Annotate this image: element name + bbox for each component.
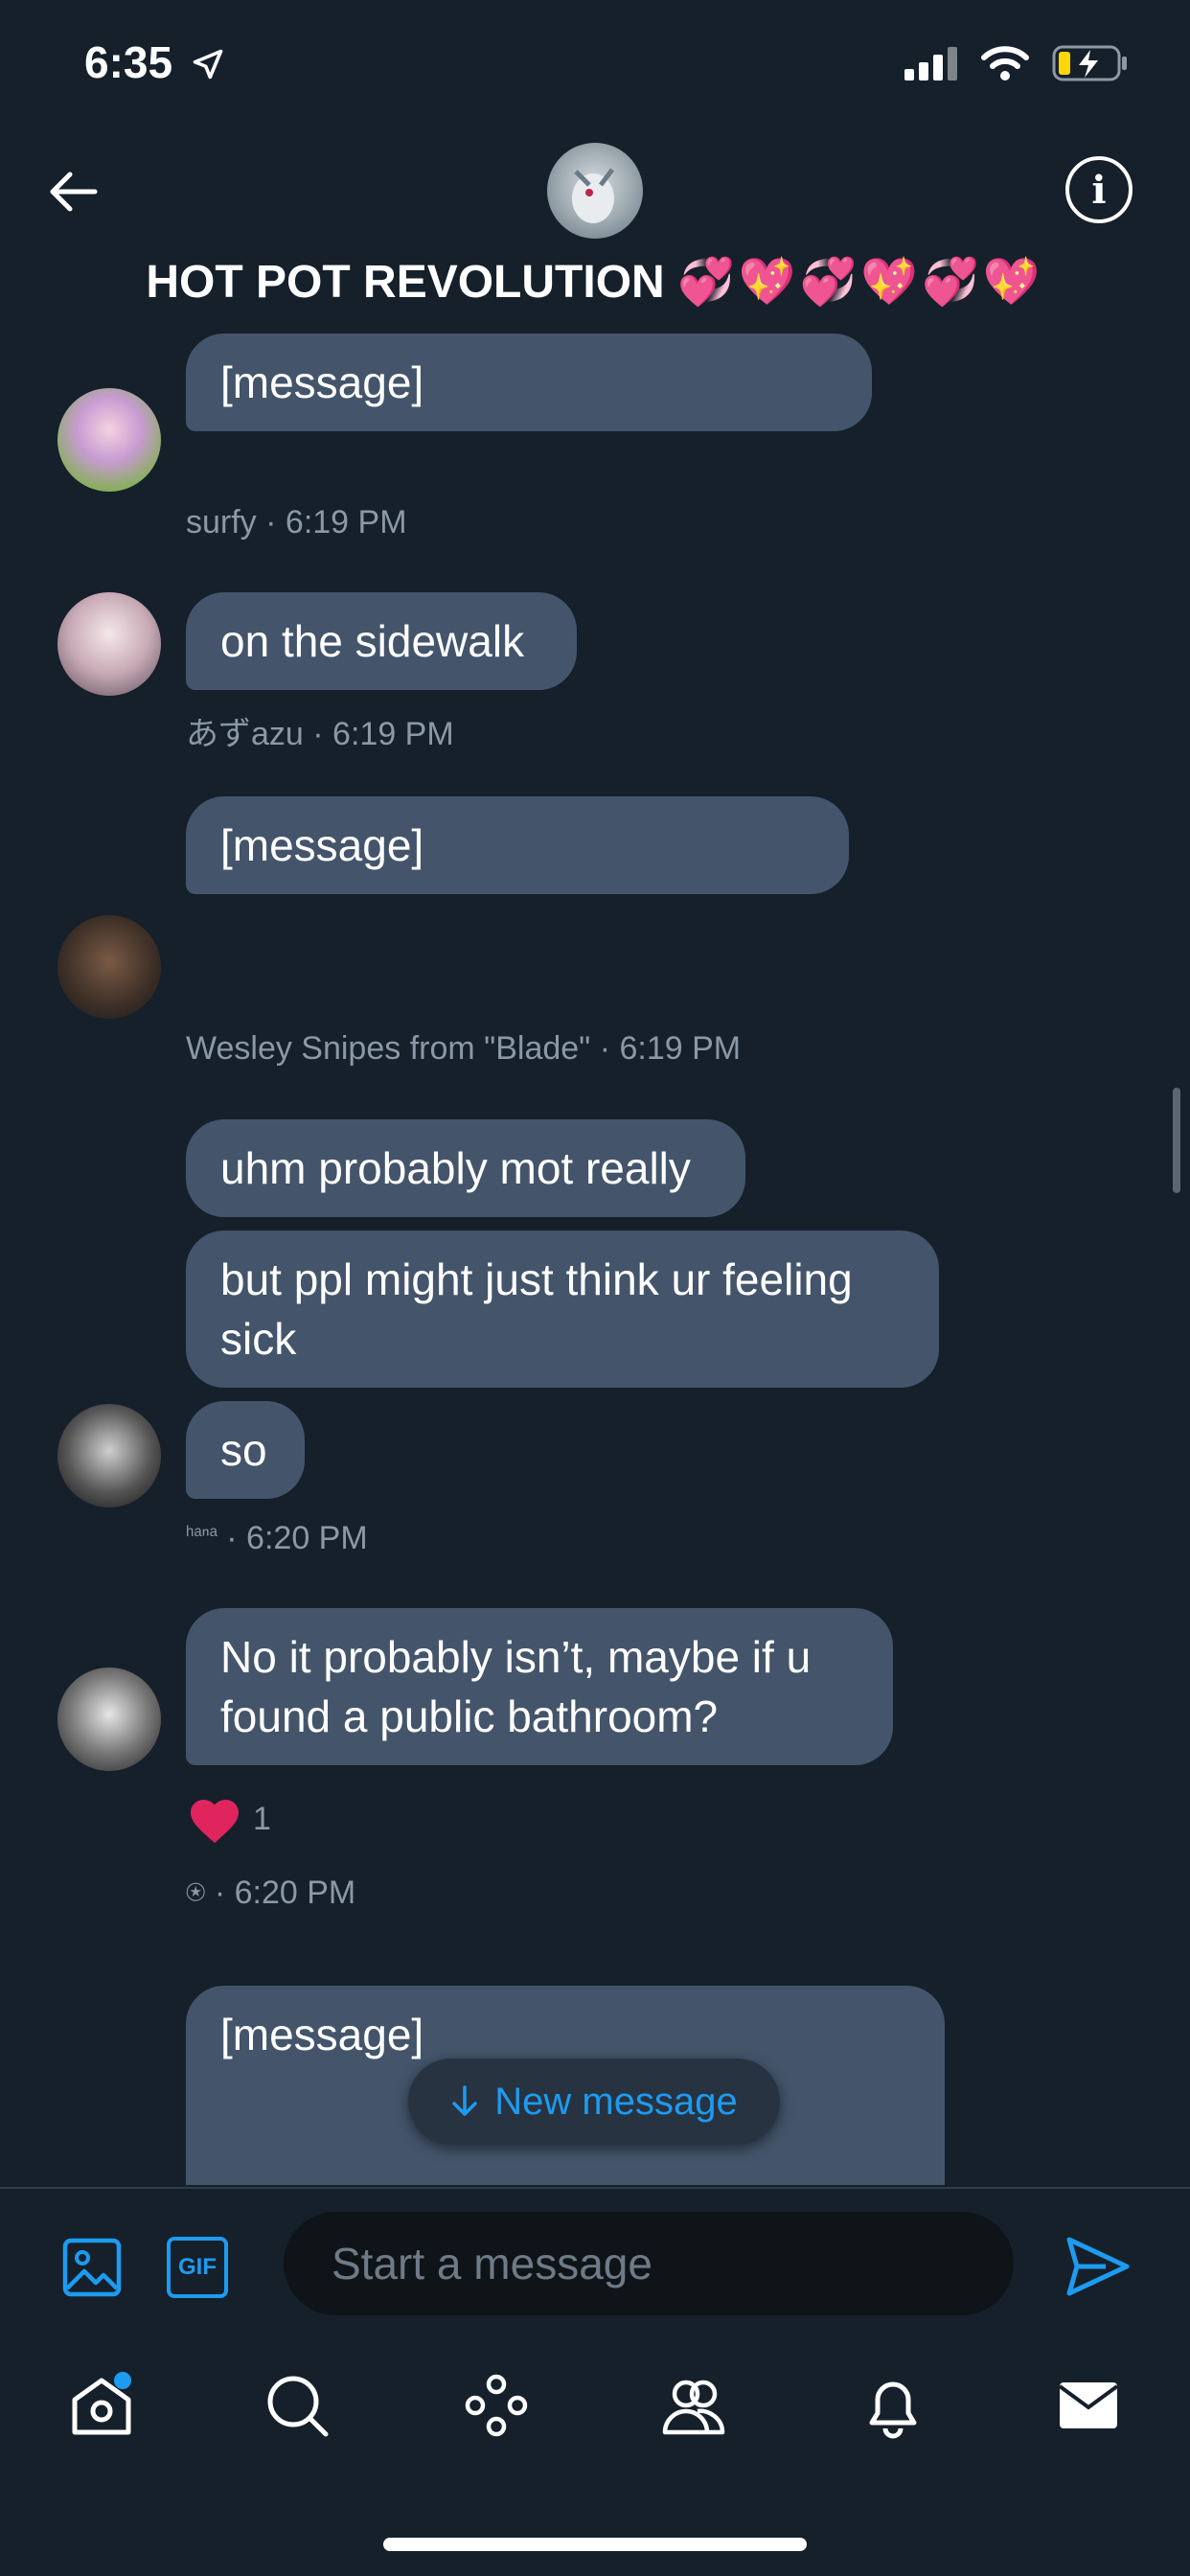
sender-name: Wesley Snipes from "Blade" — [186, 1030, 591, 1067]
info-button[interactable]: i — [1065, 156, 1133, 223]
message-bubble[interactable]: [message] — [186, 796, 849, 894]
message-bubble[interactable]: [message] — [186, 334, 872, 431]
mail-icon[interactable] — [1054, 2371, 1123, 2440]
message-meta: ʰᵃⁿᵃ · 6:20 PM — [186, 1520, 368, 1557]
conversation-header: i HOT POT REVOLUTION 💞💖💞💖💞💖 — [0, 134, 1190, 326]
spaces-icon[interactable] — [462, 2371, 531, 2440]
info-icon: i — [1091, 167, 1107, 213]
message-bubble[interactable]: uhm probably mot really — [186, 1119, 745, 1217]
arrow-down-icon — [452, 2085, 478, 2116]
sender-name: ʰᵃⁿᵃ — [186, 1522, 217, 1546]
signal-icon — [904, 47, 957, 80]
message-time: · 6:20 PM — [226, 1520, 368, 1556]
status-bar: 6:35 — [0, 0, 1190, 134]
message-time: · 6:20 PM — [214, 1874, 356, 1911]
avatar-surfy[interactable] — [57, 388, 161, 492]
group-avatar[interactable] — [547, 143, 643, 239]
gif-button[interactable]: GIF — [167, 2237, 228, 2298]
sender-name: あずazu — [186, 716, 304, 752]
message-bubble[interactable]: on the sidewalk — [186, 592, 577, 690]
bottom-tab-bar — [0, 2338, 1190, 2472]
message-meta: surfy · 6:19 PM — [186, 504, 407, 541]
message-input-placeholder: Start a message — [332, 2239, 652, 2288]
bell-icon[interactable] — [858, 2371, 927, 2440]
location-arrow-icon — [193, 49, 223, 80]
communities-icon[interactable] — [659, 2371, 728, 2440]
heart-icon — [191, 1800, 239, 1843]
message-time: · 6:19 PM — [265, 504, 407, 540]
reaction[interactable]: 1 — [186, 1792, 271, 1846]
message-meta: あずazu · 6:19 PM — [186, 707, 454, 754]
avatar-azu[interactable] — [57, 592, 161, 696]
avatar-star[interactable] — [57, 1668, 161, 1771]
back-button[interactable] — [38, 158, 105, 225]
message-meta: ⍟ · 6:20 PM — [186, 1874, 355, 1912]
wifi-icon — [981, 46, 1029, 80]
message-time: · 6:19 PM — [599, 1030, 742, 1067]
new-message-label: New message — [494, 2080, 738, 2123]
reaction-count: 1 — [253, 1800, 271, 1837]
sender-name: ⍟ — [186, 1874, 206, 1911]
home-indicator — [383, 2538, 807, 2551]
message-time: · 6:19 PM — [312, 716, 454, 752]
search-icon[interactable] — [263, 2371, 332, 2440]
message-input[interactable]: Start a message — [284, 2212, 1014, 2315]
group-title: HOT POT REVOLUTION 💞💖💞💖💞💖 — [0, 254, 1190, 309]
message-meta: Wesley Snipes from "Blade" · 6:19 PM — [186, 1030, 741, 1068]
send-icon[interactable] — [1064, 2232, 1133, 2301]
avatar-wesley[interactable] — [57, 915, 161, 1019]
new-message-button[interactable]: New message — [408, 2058, 780, 2145]
sender-name: surfy — [186, 504, 257, 540]
back-arrow-icon — [50, 172, 98, 212]
avatar-hana[interactable] — [57, 1404, 161, 1507]
composer-bar: GIF Start a message — [0, 2187, 1190, 2336]
message-bubble[interactable]: but ppl might just think ur feeling sick — [186, 1230, 939, 1388]
message-bubble[interactable]: No it probably isn’t, maybe if u found a… — [186, 1608, 893, 1765]
image-icon[interactable] — [61, 2237, 123, 2298]
message-bubble[interactable]: so — [186, 1401, 305, 1499]
status-time: 6:35 — [84, 36, 225, 88]
status-indicators — [904, 44, 1129, 82]
group-title-emoji: 💞💖💞💖💞💖 — [677, 257, 1044, 308]
home-icon[interactable] — [67, 2371, 136, 2440]
scroll-indicator[interactable] — [1173, 1088, 1180, 1193]
battery-charging-icon — [1052, 45, 1127, 81]
gif-icon: GIF — [178, 2254, 217, 2280]
group-title-text: HOT POT REVOLUTION — [146, 257, 665, 308]
message-thread[interactable]: [message] surfy · 6:19 PM on the sidewal… — [0, 326, 1190, 2185]
